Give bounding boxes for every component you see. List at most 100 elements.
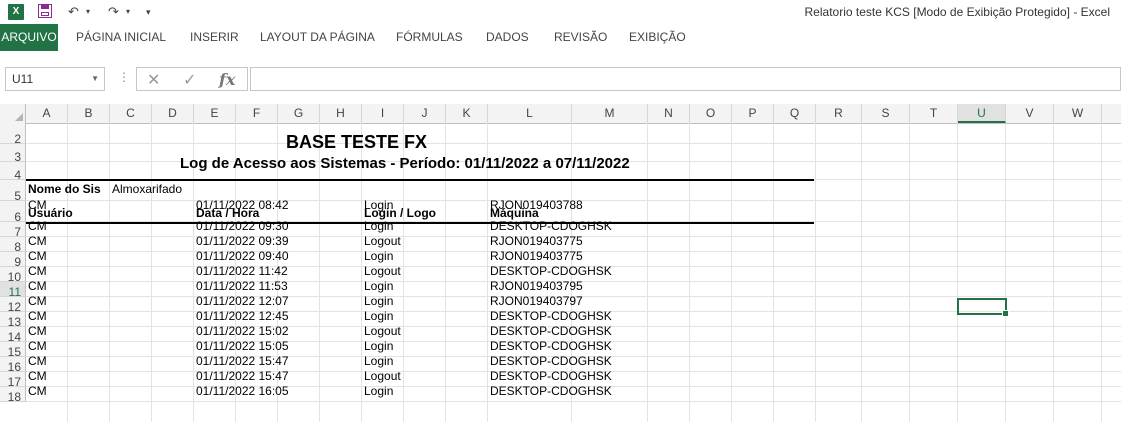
column-header-a[interactable]: A — [26, 104, 68, 123]
record-machine: RJON019403797 — [490, 294, 583, 308]
record-machine: DESKTOP-CDOGHSK — [490, 264, 612, 278]
row-header-18[interactable]: 18 — [0, 387, 26, 404]
row-header-3[interactable]: 3 — [0, 144, 26, 164]
record-user: CM — [28, 264, 47, 278]
name-box-dropdown-icon[interactable]: ▼ — [91, 68, 99, 90]
column-header-q[interactable]: Q — [774, 104, 816, 123]
record-login: Login — [364, 339, 394, 353]
record-datetime: 01/11/2022 16:05 — [196, 384, 289, 398]
column-headers: ABCDEFGHIJKLMNOPQRSTUVW — [0, 104, 1121, 124]
record-login: Login — [364, 309, 394, 323]
save-icon[interactable] — [38, 4, 52, 18]
record-user: CM — [28, 234, 47, 248]
tab-inserir[interactable]: INSERIR — [190, 24, 239, 51]
undo-dropdown-icon[interactable]: ▾ — [86, 3, 90, 21]
row-header-7[interactable]: 7 — [0, 222, 26, 239]
column-header-d[interactable]: D — [152, 104, 194, 123]
row-header-6[interactable]: 6 — [0, 201, 26, 224]
column-header-w[interactable]: W — [1054, 104, 1102, 123]
tab-layout-da-pagina[interactable]: LAYOUT DA PÁGINA — [260, 24, 375, 51]
tab-formulas[interactable]: FÓRMULAS — [396, 24, 463, 51]
undo-icon[interactable]: ↶ — [68, 3, 79, 21]
record-datetime: 01/11/2022 11:53 — [196, 279, 288, 293]
tab-arquivo[interactable]: ARQUIVO — [0, 24, 58, 51]
record-machine: RJON019403788 — [490, 198, 583, 212]
gridline — [1005, 123, 1006, 422]
active-cell-selection[interactable] — [957, 298, 1009, 317]
row-header-14[interactable]: 14 — [0, 327, 26, 344]
row-header-5[interactable]: 5 — [0, 180, 26, 203]
record-datetime: 01/11/2022 09:39 — [196, 234, 289, 248]
cancel-icon[interactable]: ✕ — [147, 70, 160, 90]
column-header-r[interactable]: R — [816, 104, 862, 123]
name-box[interactable]: U11 ▼ — [5, 67, 105, 91]
column-header-u[interactable]: U — [958, 104, 1006, 123]
column-header-n[interactable]: N — [648, 104, 690, 123]
gridline — [731, 123, 732, 422]
row-header-8[interactable]: 8 — [0, 237, 26, 254]
record-machine: DESKTOP-CDOGHSK — [490, 324, 612, 338]
record-login: Logout — [364, 264, 401, 278]
row-header-17[interactable]: 17 — [0, 372, 26, 389]
row-header-13[interactable]: 13 — [0, 312, 26, 329]
formula-input[interactable] — [250, 67, 1121, 91]
record-machine: DESKTOP-CDOGHSK — [490, 339, 612, 353]
row-header-2[interactable]: 2 — [0, 123, 26, 146]
tab-exibicao[interactable]: EXIBIÇÃO — [629, 24, 686, 51]
column-header-p[interactable]: P — [732, 104, 774, 123]
drag-handle-icon[interactable]: ⋮ — [118, 70, 130, 84]
window-title: Relatorio teste KCS [Modo de Exibição Pr… — [804, 5, 1110, 19]
column-header-i[interactable]: I — [362, 104, 404, 123]
record-user: CM — [28, 369, 47, 383]
row-header-10[interactable]: 10 — [0, 267, 26, 284]
record-datetime: 01/11/2022 09:30 — [196, 219, 289, 233]
row-header-11[interactable]: 11 — [0, 282, 26, 299]
column-header-f[interactable]: F — [236, 104, 278, 123]
column-header-e[interactable]: E — [194, 104, 236, 123]
row-header-9[interactable]: 9 — [0, 252, 26, 269]
report-subtitle: Log de Acesso aos Sistemas - Período: 01… — [180, 155, 630, 172]
redo-dropdown-icon[interactable]: ▾ — [126, 3, 130, 21]
select-all-button[interactable] — [0, 104, 26, 123]
row-header-4[interactable]: 4 — [0, 162, 26, 182]
record-user: CM — [28, 294, 47, 308]
record-login: Logout — [364, 369, 401, 383]
tab-dados[interactable]: DADOS — [486, 24, 529, 51]
record-login: Login — [364, 354, 394, 368]
system-label: Nome do Sis — [28, 182, 101, 196]
record-datetime: 01/11/2022 12:07 — [196, 294, 289, 308]
record-login: Login — [364, 219, 394, 233]
column-header-c[interactable]: C — [110, 104, 152, 123]
record-machine: RJON019403775 — [490, 249, 583, 263]
column-header-t[interactable]: T — [910, 104, 958, 123]
record-user: CM — [28, 249, 47, 263]
column-header-b[interactable]: B — [68, 104, 110, 123]
tab-pagina-inicial[interactable]: PÁGINA INICIAL — [76, 24, 166, 51]
system-value: Almoxarifado — [112, 182, 183, 196]
row-header-15[interactable]: 15 — [0, 342, 26, 359]
border-line — [26, 179, 814, 181]
redo-icon[interactable]: ↷ — [108, 3, 119, 21]
column-header-v[interactable]: V — [1006, 104, 1054, 123]
row-header-16[interactable]: 16 — [0, 357, 26, 374]
record-user: CM — [28, 279, 47, 293]
record-datetime: 01/11/2022 15:02 — [196, 324, 289, 338]
column-header-j[interactable]: J — [404, 104, 446, 123]
column-header-h[interactable]: H — [320, 104, 362, 123]
column-header-o[interactable]: O — [690, 104, 732, 123]
column-header-s[interactable]: S — [862, 104, 910, 123]
enter-icon[interactable]: ✓ — [183, 70, 196, 90]
record-datetime: 01/11/2022 11:42 — [196, 264, 288, 278]
column-header-l[interactable]: L — [488, 104, 572, 123]
insert-function-icon[interactable]: fx — [219, 70, 235, 89]
worksheet-grid[interactable]: ABCDEFGHIJKLMNOPQRSTUVW 2 3 4 5 6 7 8 9 10 11 12 13… — [0, 104, 1121, 422]
gridline — [815, 123, 816, 422]
record-datetime: 01/11/2022 08:42 — [196, 198, 289, 212]
customize-toolbar-icon[interactable]: ▾ — [146, 3, 151, 21]
column-header-m[interactable]: M — [572, 104, 648, 123]
row-header-12[interactable]: 12 — [0, 297, 26, 314]
tab-revisao[interactable]: REVISÃO — [554, 24, 607, 51]
column-header-k[interactable]: K — [446, 104, 488, 123]
column-header-g[interactable]: G — [278, 104, 320, 123]
record-login: Login — [364, 279, 394, 293]
